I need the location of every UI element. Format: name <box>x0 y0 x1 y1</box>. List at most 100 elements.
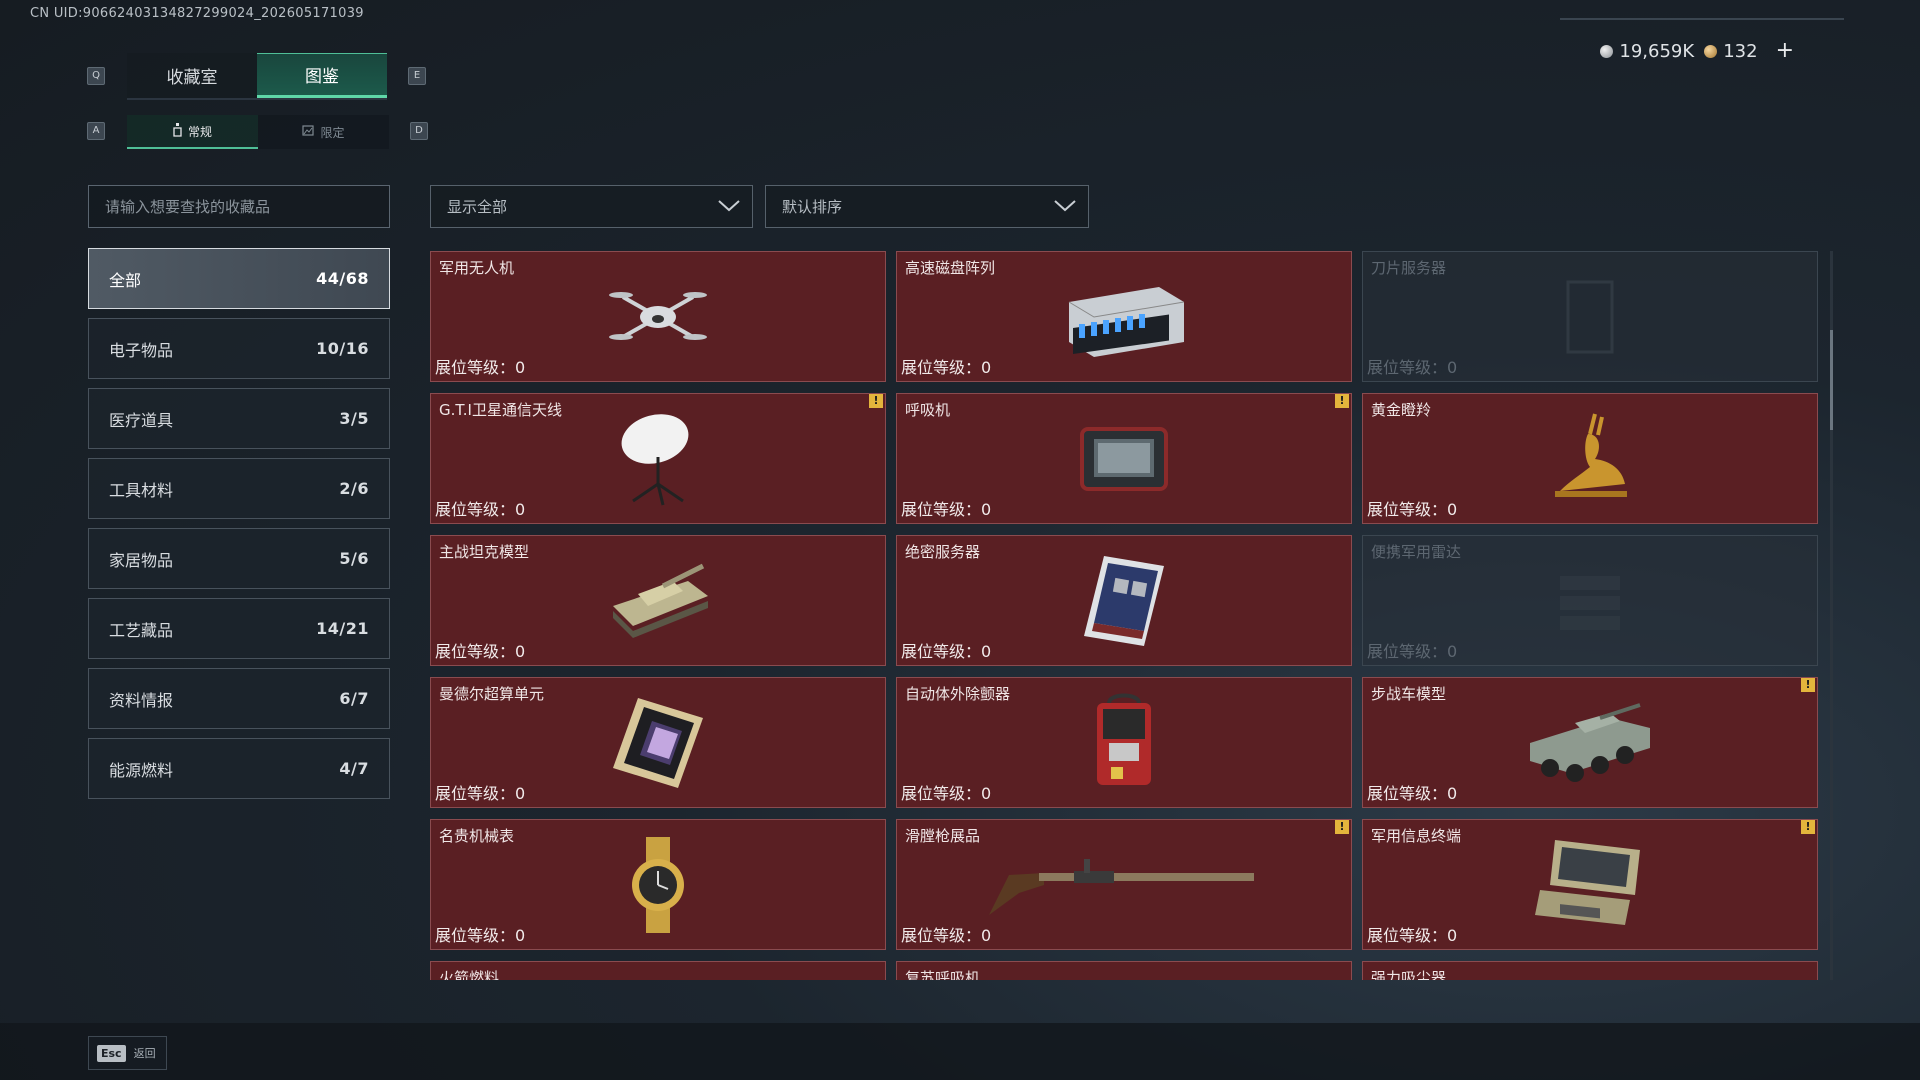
item-name: 复苏呼吸机 <box>905 969 981 980</box>
back-button[interactable]: Esc 返回 <box>88 1036 167 1070</box>
item-level-value: 0 <box>515 784 526 803</box>
category-household[interactable]: 家居物品 5/6 <box>88 528 390 589</box>
chevron-down-icon <box>718 198 740 216</box>
item-level: 展位等级：0 <box>901 496 991 520</box>
category-energy[interactable]: 能源燃料 4/7 <box>88 738 390 799</box>
item-card[interactable]: 便携军用雷达 展位等级：0 <box>1362 535 1818 666</box>
item-card[interactable]: 名贵机械表 展位等级：0 <box>430 819 886 950</box>
category-label: 家居物品 <box>109 550 174 570</box>
item-card[interactable]: 曼德尔超算单元 展位等级：0 <box>430 677 886 808</box>
item-card[interactable]: 刀片服务器 展位等级：0 <box>1362 251 1818 382</box>
item-name: 高速磁盘阵列 <box>905 259 996 277</box>
item-card[interactable]: 绝密服务器 展位等级：0 <box>896 535 1352 666</box>
item-level-label: 展位等级： <box>901 784 982 803</box>
category-crafts[interactable]: 工艺藏品 14/21 <box>88 598 390 659</box>
item-level: 展位等级：0 <box>1367 780 1457 804</box>
item-card[interactable]: 高速磁盘阵列展位等级：0 <box>896 251 1352 382</box>
category-count: 44/68 <box>316 269 369 288</box>
category-count: 2/6 <box>339 479 369 498</box>
category-intel[interactable]: 资料情报 6/7 <box>88 668 390 729</box>
item-level: 展位等级：0 <box>435 638 525 662</box>
subtab-regular[interactable]: 常规 <box>127 115 258 149</box>
item-card[interactable]: 呼吸机 展位等级：0! <box>896 393 1352 524</box>
add-currency-button[interactable]: + <box>1776 40 1794 62</box>
tab-catalog[interactable]: 图鉴 <box>257 53 387 98</box>
subtab-limited[interactable]: 限定 <box>258 115 389 149</box>
item-level-value: 0 <box>981 358 992 377</box>
item-card[interactable]: 复苏呼吸机展位等级：0 <box>896 961 1352 980</box>
category-count: 6/7 <box>339 689 369 708</box>
sort-dropdown[interactable]: 默认排序 <box>765 185 1089 228</box>
item-level-label: 展位等级： <box>901 500 982 519</box>
disk-array-icon <box>1059 272 1189 366</box>
category-count: 14/21 <box>316 619 369 638</box>
item-card[interactable]: 军用无人机 展位等级：0 <box>430 251 886 382</box>
item-level-value: 0 <box>515 926 526 945</box>
item-level-value: 0 <box>515 358 526 377</box>
filter-dropdown-value: 显示全部 <box>447 198 508 216</box>
item-level-label: 展位等级： <box>435 500 516 519</box>
header-divider <box>1560 18 1844 20</box>
search-input[interactable] <box>89 186 389 227</box>
silver-amount: 19,659K <box>1619 40 1695 62</box>
item-name: 步战车模型 <box>1371 685 1447 703</box>
item-card[interactable]: 主战坦克模型展位等级：0 <box>430 535 886 666</box>
item-name: 主战坦克模型 <box>439 543 530 561</box>
item-card[interactable]: 滑膛枪展品 展位等级：0! <box>896 819 1352 950</box>
category-label: 电子物品 <box>109 340 174 360</box>
item-level-label: 展位等级： <box>1367 500 1448 519</box>
item-level-value: 0 <box>1447 784 1458 803</box>
item-level: 展位等级：0 <box>1367 354 1457 378</box>
item-level-value: 0 <box>1447 642 1458 661</box>
category-label: 医疗道具 <box>109 410 174 430</box>
ventilator-icon <box>1074 419 1174 503</box>
item-card[interactable]: 步战车模型展位等级：0! <box>1362 677 1818 808</box>
item-level-value: 0 <box>981 500 992 519</box>
radar-icon <box>1545 556 1635 650</box>
item-card[interactable]: 火箭燃料展位等级：0 <box>430 961 886 980</box>
category-label: 工具材料 <box>109 480 174 500</box>
key-hint-d: D <box>410 122 428 140</box>
item-level-value: 0 <box>515 500 526 519</box>
item-level-value: 0 <box>1447 358 1458 377</box>
category-count: 5/6 <box>339 549 369 568</box>
category-count: 4/7 <box>339 759 369 778</box>
alert-icon: ! <box>1801 678 1815 692</box>
player-uid: CN UID:906624031348272990​24_20260517103… <box>30 6 364 21</box>
item-name: 呼吸机 <box>905 401 951 419</box>
item-level-value: 0 <box>1447 926 1458 945</box>
search-box <box>88 185 390 228</box>
category-medical[interactable]: 医疗道具 3/5 <box>88 388 390 449</box>
category-list: 全部 44/68 电子物品 10/16 医疗道具 3/5 工具材料 2/6 家居… <box>88 248 390 808</box>
item-grid: 军用无人机 展位等级：0 高速磁盘阵列 展位等级：0 刀片服务器 展位等级：0 G.T.I卫… <box>430 251 1818 980</box>
item-card[interactable]: 强力吸尘器展位等级：0 <box>1362 961 1818 980</box>
item-card[interactable]: 自动体外除颤器 展位等级：0 <box>896 677 1352 808</box>
bottle-icon <box>173 122 182 140</box>
item-card[interactable]: G.T.I卫星通信天线 展位等级：0! <box>430 393 886 524</box>
drone-icon <box>603 277 713 361</box>
item-card[interactable]: 黄金瞪羚 展位等级：0 <box>1362 393 1818 524</box>
gold-coin-icon <box>1704 44 1718 58</box>
item-level: 展位等级：0 <box>1367 922 1457 946</box>
filter-dropdown[interactable]: 显示全部 <box>430 185 753 228</box>
supercomputer-unit-icon <box>608 693 708 797</box>
blade-server-icon <box>1550 272 1630 366</box>
item-level-label: 展位等级： <box>901 642 982 661</box>
item-name: 军用信息终端 <box>1371 827 1462 845</box>
main-tabs: 收藏室 图鉴 <box>127 53 387 100</box>
item-name: 绝密服务器 <box>905 543 981 561</box>
category-tools[interactable]: 工具材料 2/6 <box>88 458 390 519</box>
item-name: 便携军用雷达 <box>1371 543 1462 561</box>
item-level: 展位等级：0 <box>901 354 991 378</box>
alert-icon: ! <box>1801 820 1815 834</box>
item-level: 展位等级：0 <box>901 780 991 804</box>
tank-model-icon <box>603 556 713 650</box>
item-card[interactable]: 军用信息终端展位等级：0! <box>1362 819 1818 950</box>
item-level-label: 展位等级： <box>901 926 982 945</box>
category-all[interactable]: 全部 44/68 <box>88 248 390 309</box>
defibrillator-icon <box>1089 693 1159 797</box>
category-electronics[interactable]: 电子物品 10/16 <box>88 318 390 379</box>
scrollbar-thumb[interactable] <box>1830 330 1833 430</box>
tab-collection-room[interactable]: 收藏室 <box>127 53 257 98</box>
silver-currency: 19,659K <box>1600 41 1694 62</box>
